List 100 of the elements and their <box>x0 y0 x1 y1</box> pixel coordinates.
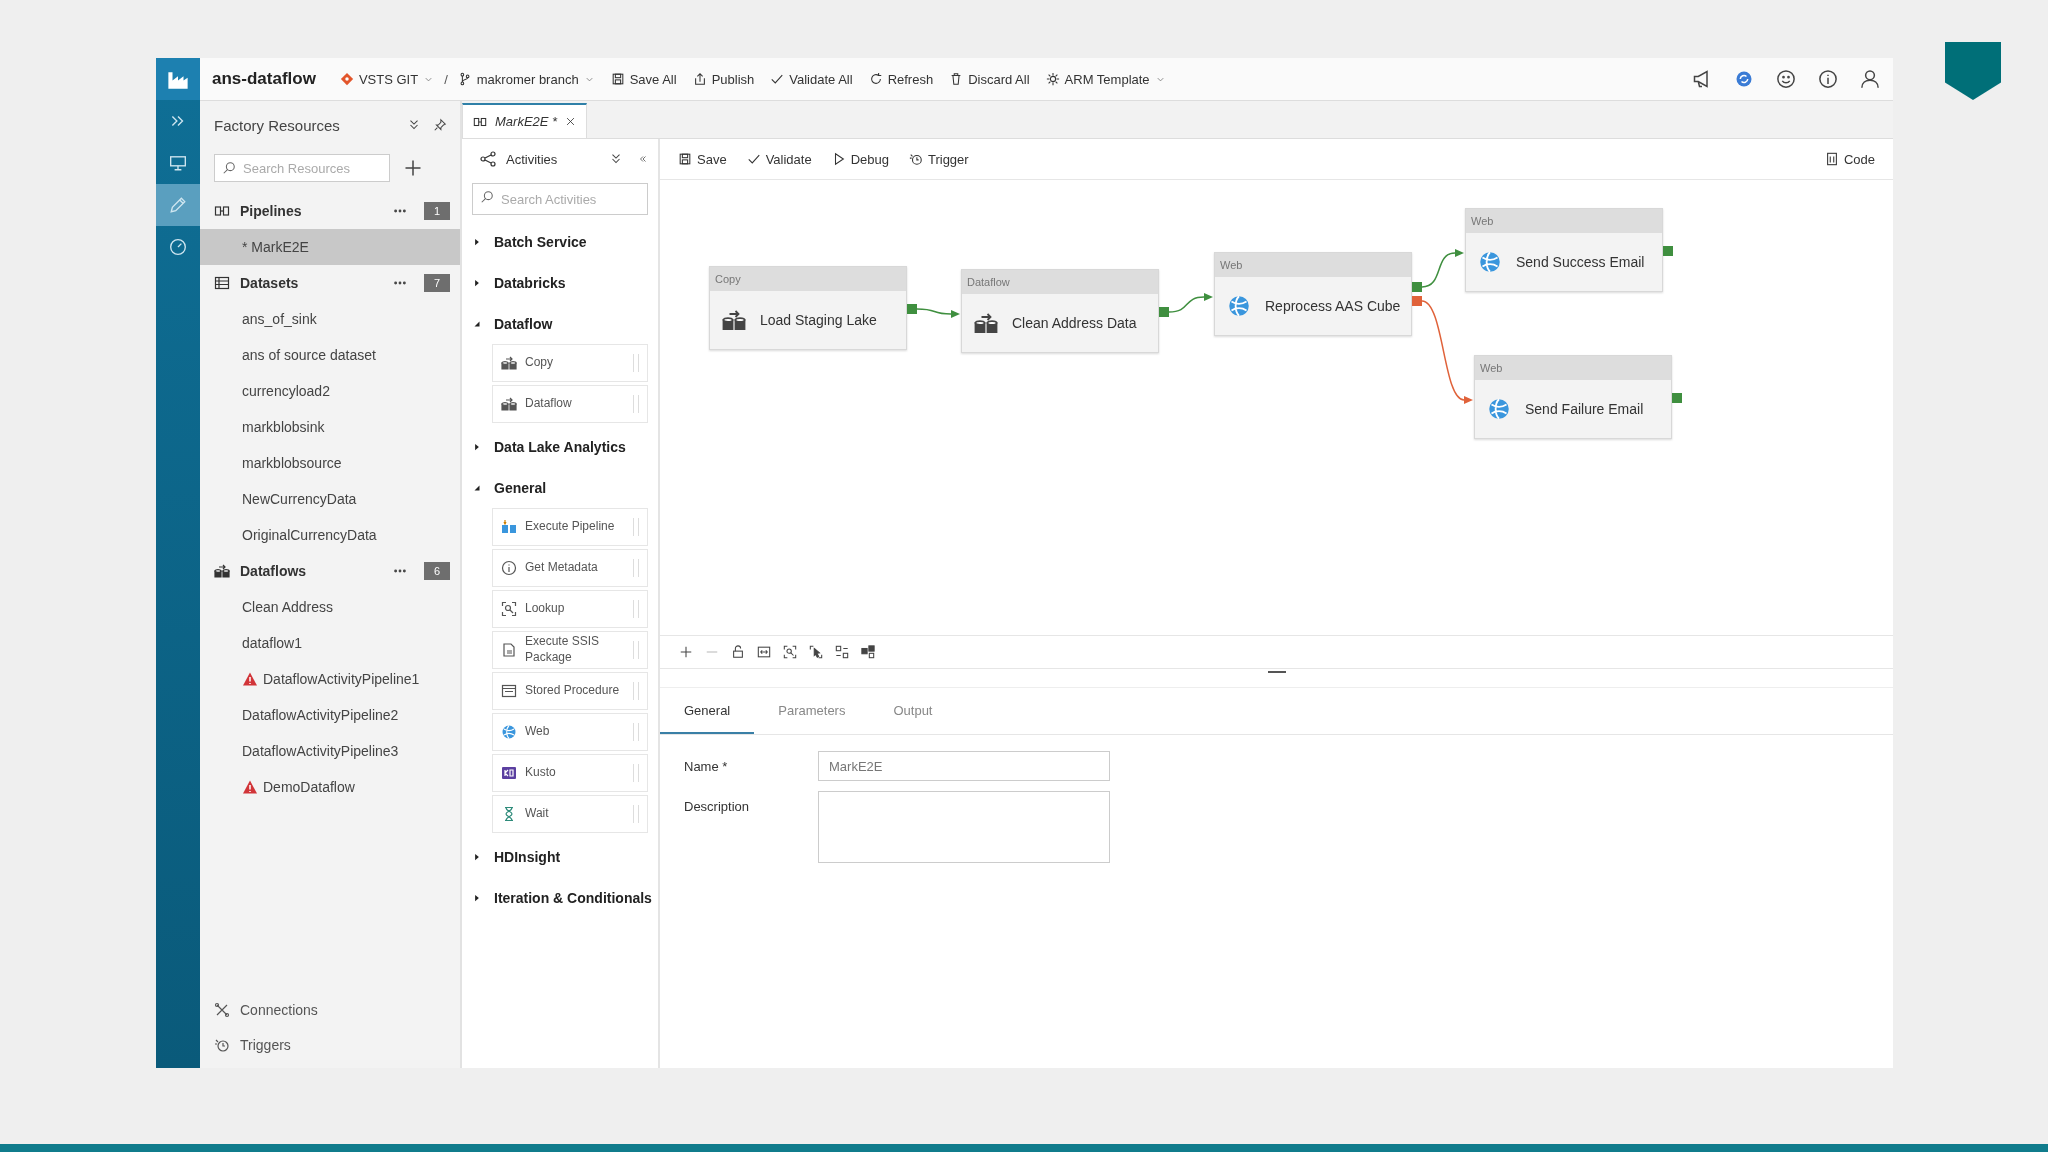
field-label: Name * <box>684 758 729 774</box>
corner-ribbon <box>1945 42 2001 100</box>
table-icon <box>214 275 230 291</box>
resource-item[interactable]: * MarkE2E <box>200 229 460 265</box>
group-label[interactable]: Pipelines <box>240 203 380 219</box>
globe-icon <box>1227 294 1251 318</box>
toolbar-button[interactable]: makromer branch <box>451 67 601 91</box>
collapse-icon <box>407 118 421 132</box>
barrels-icon <box>501 396 517 412</box>
toolbar-button[interactable]: Save All <box>604 67 683 91</box>
activity-node[interactable]: Web Send Failure Email <box>1474 355 1672 439</box>
smiley-icon <box>1776 69 1796 89</box>
info-icon <box>501 560 517 576</box>
toolbar-button[interactable]: ARM Template <box>1039 67 1172 91</box>
group-label[interactable]: Dataflows <box>240 563 380 579</box>
resource-item[interactable]: dataflow1 <box>200 625 460 661</box>
sync-icon <box>1734 69 1754 89</box>
splitter-handle[interactable] <box>1267 671 1286 673</box>
category-header[interactable]: General <box>462 467 658 508</box>
activity-item[interactable]: Execute Pipeline <box>492 508 648 546</box>
node-name: Reprocess AAS Cube <box>1265 298 1401 314</box>
plus-icon <box>403 158 423 178</box>
resource-item[interactable]: currencyload2 <box>200 373 460 409</box>
footer-link[interactable]: Connections <box>200 992 460 1027</box>
check-icon <box>746 152 761 166</box>
name-field[interactable]: MarkE2E <box>818 751 1110 781</box>
resource-item[interactable]: markblobsink <box>200 409 460 445</box>
activity-item[interactable]: Web <box>492 713 648 751</box>
monitor-icon <box>169 154 187 172</box>
resource-item[interactable]: DataflowActivityPipeline2 <box>200 697 460 733</box>
resource-item[interactable]: OriginalCurrencyData <box>200 517 460 553</box>
resource-item[interactable]: ans of source dataset <box>200 337 460 373</box>
code-button[interactable]: Code <box>1818 147 1881 171</box>
fit-icon <box>757 645 771 659</box>
pin-icon <box>433 118 447 132</box>
activity-item[interactable]: Copy <box>492 344 648 382</box>
close-icon <box>565 116 577 127</box>
tile-icon <box>501 765 517 781</box>
window-icon <box>501 683 517 699</box>
activity-node[interactable]: Web Reprocess AAS Cube <box>1214 252 1412 336</box>
resource-item[interactable]: Clean Address <box>200 589 460 625</box>
search-field[interactable]: Search Resources <box>214 154 390 182</box>
properties-tab[interactable]: Output <box>869 688 957 734</box>
count-badge: 6 <box>424 562 450 580</box>
footer-link[interactable]: Triggers <box>200 1027 460 1062</box>
activity-item[interactable]: Stored Procedure <box>492 672 648 710</box>
resource-item[interactable]: DataflowActivityPipeline1 <box>200 661 460 697</box>
activity-node[interactable]: Dataflow Clean Address Data <box>961 269 1159 353</box>
blocks-icon <box>861 645 875 659</box>
globe-icon <box>1487 397 1511 421</box>
activity-node[interactable]: Copy Load Staging Lake <box>709 266 907 350</box>
activity-item[interactable]: Execute SSIS Package <box>492 631 648 669</box>
canvas-toolbar-button[interactable]: Validate <box>740 147 818 171</box>
activity-item[interactable]: Lookup <box>492 590 648 628</box>
activity-node[interactable]: Web Send Success Email <box>1465 208 1663 292</box>
barrels-icon <box>722 308 746 332</box>
activity-item[interactable]: Get Metadata <box>492 549 648 587</box>
barrels-icon <box>214 563 230 579</box>
category-header[interactable]: HDInsight <box>462 836 658 877</box>
collapse-icon <box>609 152 623 166</box>
toolbar-button[interactable]: Refresh <box>862 67 940 91</box>
path-separator: / <box>444 71 448 87</box>
collapse-icon <box>638 154 648 164</box>
pencil-icon <box>169 196 187 214</box>
description-field[interactable] <box>818 791 1110 863</box>
activity-item[interactable]: Wait <box>492 795 648 833</box>
toolbar-button[interactable]: Publish <box>686 67 761 91</box>
resource-item[interactable]: markblobsource <box>200 445 460 481</box>
properties-tab[interactable]: General <box>660 688 755 734</box>
save-icon <box>678 152 692 166</box>
info-icon <box>1818 69 1838 89</box>
canvas-toolbar-button[interactable]: Save <box>672 147 733 171</box>
category-header[interactable]: Iteration & Conditionals <box>462 877 658 918</box>
node-name: Send Success Email <box>1516 254 1645 270</box>
properties-tab[interactable]: Parameters <box>754 688 870 734</box>
connector-arrow <box>916 308 960 318</box>
category-header[interactable]: Data Lake Analytics <box>462 426 658 467</box>
activity-item[interactable]: Kusto <box>492 754 648 792</box>
resource-item[interactable]: DemoDataflow <box>200 769 460 805</box>
group-label[interactable]: Datasets <box>240 275 380 291</box>
diamond-icon <box>339 72 354 86</box>
resource-item[interactable]: NewCurrencyData <box>200 481 460 517</box>
canvas-toolbar-button[interactable]: Trigger <box>902 147 975 171</box>
connector-arrow <box>1168 293 1213 313</box>
layout-icon <box>835 645 849 659</box>
pipeline-tab[interactable]: MarkE2E * <box>462 103 588 138</box>
activity-item[interactable]: Dataflow <box>492 385 648 423</box>
resource-item[interactable]: ans_of_sink <box>200 301 460 337</box>
search-field[interactable]: Search Activities <box>472 183 648 215</box>
node-type: Web <box>1480 362 1503 374</box>
toolbar-button[interactable]: Validate All <box>764 67 859 91</box>
canvas-toolbar-button[interactable]: Debug <box>825 147 895 171</box>
toolbar-button[interactable]: VSTS GIT <box>333 67 441 91</box>
node-name: Send Failure Email <box>1525 401 1644 417</box>
category-header[interactable]: Dataflow <box>462 303 658 344</box>
barrels-icon <box>501 355 517 371</box>
category-header[interactable]: Databricks <box>462 262 658 303</box>
toolbar-button[interactable]: Discard All <box>943 67 1036 91</box>
category-header[interactable]: Batch Service <box>462 221 658 262</box>
resource-item[interactable]: DataflowActivityPipeline3 <box>200 733 460 769</box>
